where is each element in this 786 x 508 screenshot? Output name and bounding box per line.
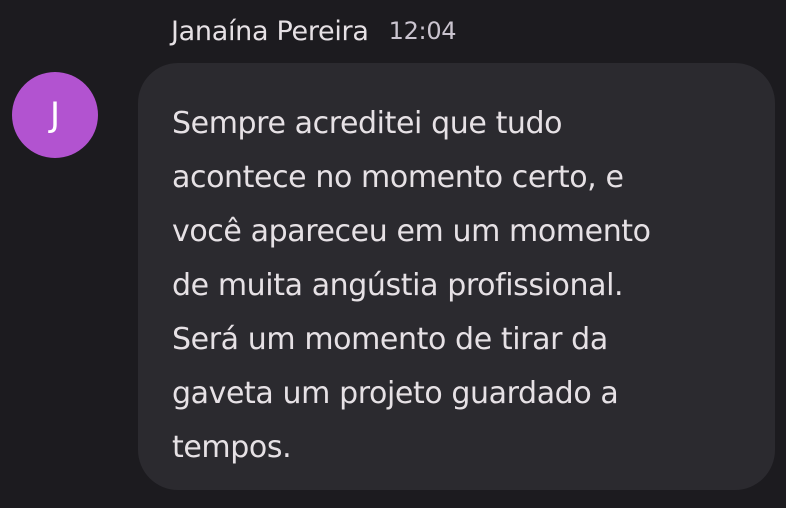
message-text: Sempre acreditei que tudo acontece no mo…	[172, 106, 651, 465]
avatar[interactable]: J	[12, 72, 98, 158]
message-timestamp: 12:04	[388, 17, 457, 45]
sender-name[interactable]: Janaína Pereira	[171, 16, 369, 47]
avatar-initial: J	[49, 95, 61, 135]
message-bubble[interactable]: Sempre acreditei que tudo acontece no mo…	[138, 63, 775, 490]
message-header: Janaína Pereira 12:04	[171, 11, 457, 51]
